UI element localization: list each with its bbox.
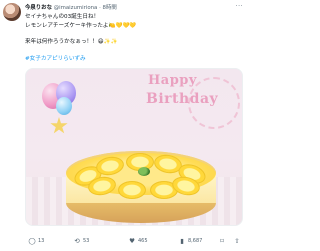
lemon-slice [118, 181, 146, 199]
bookmark-button[interactable]: ⌑ [218, 236, 226, 246]
tweet-header: 今泉りおな @imaizumiriona · 8時間 [25, 3, 243, 13]
reply-button[interactable]: ◯ 13 [28, 236, 44, 246]
tweet-text-line-2: レモンレアチーズケーキ作ったよ🍋💛💛💛 [25, 23, 137, 29]
author-handle[interactable]: @imaizumiriona [54, 5, 98, 11]
retweet-button[interactable]: ⟲ 53 [73, 236, 89, 246]
retweet-icon: ⟲ [74, 237, 80, 245]
happy-banner-text: Happy [148, 73, 197, 88]
separator-dot: · [99, 5, 101, 11]
reply-count: 13 [38, 238, 45, 244]
hashtag-link[interactable]: #女子カアピリらいずみ [25, 55, 86, 64]
tweet-actions: ◯ 13 ⟲ 53 ♥ 465 ▮ 8,687 ⌑ ⇧ [25, 236, 241, 246]
like-button[interactable]: ♥ 465 [128, 236, 148, 246]
timestamp[interactable]: 8時間 [103, 5, 117, 11]
blue-balloon [56, 97, 72, 115]
reply-icon: ◯ [28, 237, 36, 245]
bookmark-icon: ⌑ [220, 237, 224, 245]
author-name[interactable]: 今泉りおな [25, 5, 52, 11]
avatar[interactable] [3, 3, 21, 21]
tweet-text-line-3: 来年は何作ろうかなぁっ！！😄✨✨ [25, 39, 118, 45]
views-count: 8,687 [188, 238, 203, 244]
birthday-banner-text: Birthday [146, 91, 219, 107]
tweet-text-line-1: セイナちゃんの03誕生日ね！ [25, 14, 100, 20]
mint-leaf [138, 167, 150, 176]
share-button[interactable]: ⇧ [233, 236, 241, 246]
like-count: 465 [138, 238, 148, 244]
retweet-count: 53 [83, 238, 90, 244]
heart-icon: ♥ [129, 237, 135, 245]
tweet-photo[interactable]: Happy Birthday [25, 68, 243, 226]
share-icon: ⇧ [234, 237, 240, 245]
star-decoration [50, 117, 68, 134]
tweet-card[interactable]: 今泉りおな @imaizumiriona · 8時間 ··· セイナちゃんの03… [0, 0, 247, 251]
views-icon: ▮ [180, 237, 184, 245]
views-button[interactable]: ▮ 8,687 [178, 236, 202, 246]
more-options-icon[interactable]: ··· [236, 3, 243, 10]
